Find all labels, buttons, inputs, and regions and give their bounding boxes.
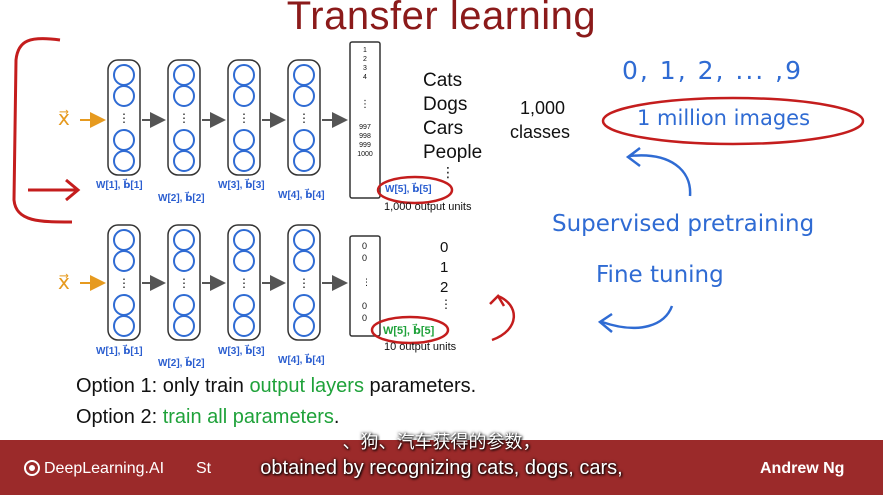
option-2: Option 2: train all parameters.	[76, 406, 339, 429]
top-output-label: 3	[363, 65, 367, 72]
subtitle-en: obtained by recognizing cats, dogs, cars…	[260, 457, 623, 479]
handwritten-digits: 0, 1, 2, ... ,9	[622, 56, 804, 85]
bottom-w1: W[1], b⃗[1]	[96, 346, 143, 357]
top-output-label: 999	[359, 142, 371, 149]
svg-text:⋮: ⋮	[118, 276, 130, 290]
top-units-caption: 1,000 output units	[384, 201, 472, 213]
bottom-layer-2: ⋮	[167, 224, 201, 341]
handwritten-million: 1 million images	[637, 106, 811, 130]
svg-text:⋮: ⋮	[118, 111, 130, 125]
subtitle-cn: 、狗、汽车获得的参数，	[342, 432, 541, 452]
top-layer-2: ⋮	[167, 59, 201, 176]
bottom-layer-3: ⋮	[227, 224, 261, 341]
svg-text:⋮: ⋮	[298, 111, 310, 125]
top-w5: W[5], b⃗[5]	[385, 184, 432, 195]
class-item: Dogs	[423, 94, 468, 115]
bottom-output-label: 0	[362, 253, 368, 263]
handwritten-finetune: Fine tuning	[596, 262, 724, 288]
option-1-highlight: output layers	[249, 375, 364, 397]
bottom-output-label: 0	[362, 301, 368, 311]
bottom-output-labels: 0 0 ⋮ 0 0	[350, 240, 388, 324]
bottom-layer-1: ⋮	[107, 224, 141, 341]
top-network: ⋮ ⋮ ⋮ ⋮	[80, 41, 381, 199]
bottom-w2: W[2], b⃗[2]	[158, 358, 205, 369]
bottom-layer-4: ⋮	[287, 224, 321, 341]
svg-text:⋮: ⋮	[178, 111, 190, 125]
blue-curve-arrow	[597, 305, 674, 333]
digit-list: 0 1 2 ⋮	[440, 238, 452, 310]
bottom-w4: W[4], b⃗[4]	[278, 355, 325, 366]
top-w2: W[2], b⃗[2]	[158, 193, 205, 204]
bottom-output-label: 0	[362, 313, 368, 323]
top-output-label: 2	[363, 56, 367, 63]
top-output-label: 998	[359, 133, 371, 140]
top-input-x: x⃗	[58, 108, 70, 130]
top-w4: W[4], b⃗[4]	[278, 190, 325, 201]
red-arrow	[28, 178, 81, 202]
svg-text:⋮: ⋮	[238, 276, 250, 290]
blue-up-arrow	[625, 147, 692, 197]
red-curved-arrow	[489, 293, 516, 342]
digit-item: 2	[440, 279, 449, 296]
top-layer-1: ⋮	[107, 59, 141, 176]
option-2-prefix: Option 2:	[76, 406, 163, 428]
top-output-label: 4	[363, 74, 367, 81]
bottom-input-x: x⃗	[58, 272, 70, 294]
bottom-units-caption: 10 output units	[384, 341, 457, 353]
bottom-w5: W[5], b⃗[5]	[383, 325, 435, 337]
bottom-output-label: ⋮	[362, 277, 371, 287]
digit-item: ⋮	[440, 297, 452, 311]
bottom-network: ⋮ ⋮ ⋮ ⋮	[80, 224, 381, 341]
class-item: Cars	[423, 118, 464, 139]
option-1-suffix: parameters.	[363, 375, 477, 397]
option-2-highlight: train all parameters	[162, 406, 334, 428]
option-2-suffix: .	[333, 406, 340, 428]
class-list: Cats Dogs Cars People ⋮	[423, 69, 482, 179]
bottom-w3: W[3], b⃗[3]	[218, 346, 265, 357]
top-output-label: 1	[363, 47, 367, 54]
top-output-label: 1000	[357, 151, 373, 158]
classes-count: 1,000	[520, 98, 566, 118]
top-w3: W[3], b⃗[3]	[218, 180, 265, 191]
top-output-labels: 1 2 3 4 ⋮ 997 998 999 1000	[350, 46, 380, 159]
svg-text:⋮: ⋮	[238, 111, 250, 125]
bottom-output-label: 0	[362, 241, 368, 251]
svg-text:⋮: ⋮	[178, 276, 190, 290]
class-item: Cats	[423, 70, 463, 91]
svg-text:⋮: ⋮	[298, 276, 310, 290]
top-layer-3: ⋮	[227, 59, 261, 176]
class-item: People	[423, 142, 483, 163]
handwritten-supervised: Supervised pretraining	[552, 211, 815, 237]
digit-item: 1	[440, 259, 449, 276]
digit-item: 0	[440, 239, 449, 256]
class-item: ⋮	[441, 164, 455, 180]
top-output-label: ⋮	[360, 99, 370, 110]
classes-word: classes	[510, 122, 571, 142]
top-layer-4: ⋮	[287, 59, 321, 176]
option-1-prefix: Option 1: only train	[76, 375, 250, 397]
option-1: Option 1: only train output layers param…	[76, 375, 476, 398]
top-output-label: 997	[359, 124, 371, 131]
top-w1: W[1], b⃗[1]	[96, 180, 143, 191]
